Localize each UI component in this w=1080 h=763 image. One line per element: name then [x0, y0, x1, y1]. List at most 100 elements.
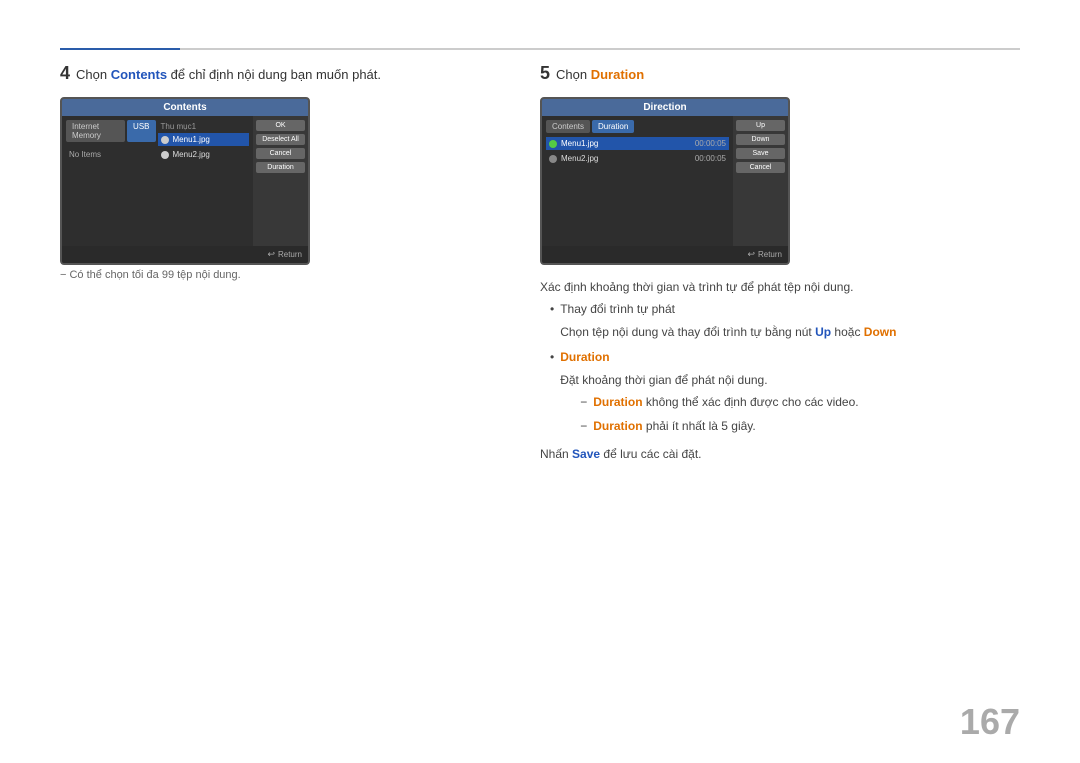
step5-text: Chọn [556, 67, 591, 82]
tab-internet-memory[interactable]: Internet Memory [66, 120, 125, 142]
contents-tab-list: Internet Memory USB [66, 120, 158, 142]
direction-buttons: Up Down Save Cancel [733, 116, 788, 246]
sub-bullet2: − Duration phải ít nhất là 5 giây. [580, 416, 858, 438]
bullet1-content: Thay đổi trình tự phát Chọn tệp nội dung… [560, 299, 896, 344]
left-column: 4Chọn Contents để chỉ định nội dung bạn … [60, 60, 510, 281]
direction-item2-icon [549, 155, 557, 163]
sub-bullet1: − Duration không thể xác định được cho c… [580, 392, 858, 414]
bullet2-label: Duration [560, 347, 858, 367]
direction-item1-icon [549, 140, 557, 148]
btn-up[interactable]: Up [736, 120, 785, 131]
direction-footer-return: Return [758, 250, 782, 259]
sub2-text: Duration phải ít nhất là 5 giây. [593, 416, 756, 436]
direction-item2-name: Menu2.jpg [561, 154, 598, 163]
tab-internet-label: Internet Memory [72, 122, 101, 140]
return-icon: ↩ [267, 249, 275, 260]
desc-main: Xác định khoảng thời gian và trình tự để… [540, 277, 1020, 297]
bullet1-sub: Chọn tệp nội dung và thay đổi trình tự b… [560, 322, 896, 342]
btn-cancel-dir[interactable]: Cancel [736, 162, 785, 173]
footer-return-label: Return [278, 250, 302, 259]
step5-number: 5 [540, 63, 550, 83]
item2-name: Menu2.jpg [173, 150, 210, 159]
tab-usb[interactable]: USB [127, 120, 155, 142]
return-icon-right: ↩ [747, 249, 755, 260]
bullet2: • Duration Đặt khoảng thời gian để phát … [550, 347, 1020, 441]
contents-left-list: Internet Memory USB No Items [66, 120, 158, 163]
sub1-highlight: Duration [593, 395, 642, 409]
step4-number: 4 [60, 63, 70, 83]
bullet1-sub-text: Chọn tệp nội dung và thay đổi trình tự b… [560, 325, 815, 339]
direction-screen: Direction Contents Duration Menu1.jpg 00… [540, 97, 790, 265]
btn-cancel-label: Cancel [270, 150, 292, 157]
direction-item2-duration: 00:00:05 [695, 154, 726, 163]
direction-tab-duration[interactable]: Duration [592, 120, 634, 133]
item2-icon [161, 151, 169, 159]
save-note-pre: Nhấn [540, 447, 572, 461]
direction-item1-duration: 00:00:05 [695, 139, 726, 148]
direction-item1-name: Menu1.jpg [561, 139, 598, 148]
contents-screen: Contents Internet Memory USB No I [60, 97, 310, 265]
btn-down-label: Down [752, 136, 770, 143]
bullet1-up: Up [815, 325, 831, 339]
item1-icon [161, 136, 169, 144]
direction-left-panel: Contents Duration Menu1.jpg 00:00:05 Men… [542, 116, 733, 246]
direction-tab-contents-label: Contents [552, 122, 584, 131]
btn-save-label: Save [753, 150, 769, 157]
save-note: Nhấn Save để lưu các cài đặt. [540, 444, 1020, 464]
bullet2-highlight: Duration [560, 350, 609, 364]
btn-cancel-dir-label: Cancel [750, 164, 772, 171]
sub2-highlight: Duration [593, 419, 642, 433]
sub-dash1: − [580, 392, 587, 412]
step4-label: 4Chọn Contents để chỉ định nội dung bạn … [60, 60, 510, 87]
sub-dash2: − [580, 416, 587, 436]
step4-highlight: Contents [111, 67, 167, 82]
bullet2-content: Duration Đặt khoảng thời gian để phát nộ… [560, 347, 858, 441]
btn-ok-label: OK [275, 122, 285, 129]
bullet1-mid: hoặc [831, 325, 864, 339]
description-area: Xác định khoảng thời gian và trình tự để… [540, 277, 1020, 464]
btn-deselect-label: Deselect All [262, 136, 299, 143]
step4-text: Chọn [76, 67, 111, 82]
bullet2-dot: • [550, 347, 554, 367]
contents-tabs-row: Internet Memory USB No Items Thu mục1 [66, 120, 249, 163]
btn-duration-label: Duration [267, 164, 293, 171]
btn-duration[interactable]: Duration [256, 162, 305, 173]
direction-item2-row[interactable]: Menu2.jpg 00:00:05 [546, 152, 729, 165]
no-items-label: No Items [66, 146, 158, 163]
btn-up-label: Up [756, 122, 765, 129]
direction-item1-row[interactable]: Menu1.jpg 00:00:05 [546, 137, 729, 150]
direction-tab-list: Contents Duration [546, 120, 729, 133]
direction-body: Contents Duration Menu1.jpg 00:00:05 Men… [542, 116, 788, 246]
direction-title-bar: Direction [542, 99, 788, 116]
bullet1-dot: • [550, 299, 554, 319]
direction-footer: ↩ Return [542, 246, 788, 263]
direction-title: Direction [643, 102, 686, 113]
btn-save[interactable]: Save [736, 148, 785, 159]
folder-label: Thu mục1 [158, 120, 250, 133]
tab-usb-label: USB [133, 122, 149, 131]
save-note-highlight: Save [572, 447, 600, 461]
direction-tab-duration-label: Duration [598, 122, 628, 131]
btn-down[interactable]: Down [736, 134, 785, 145]
sub2-rest: phải ít nhất là 5 giây. [643, 419, 756, 433]
btn-deselect[interactable]: Deselect All [256, 134, 305, 145]
bullet1-down: Down [864, 325, 897, 339]
step5-highlight: Duration [591, 67, 644, 82]
sub1-rest: không thể xác định được cho các video. [643, 395, 859, 409]
contents-title: Contents [163, 102, 206, 113]
bullet2-sub: Đặt khoảng thời gian để phát nội dung. [560, 370, 858, 390]
direction-tab-contents[interactable]: Contents [546, 120, 590, 133]
right-column: 5 Chọn Duration Direction Contents Durati… [540, 60, 1020, 466]
contents-right-list: Thu mục1 Menu1.jpg Menu2.jpg [158, 120, 250, 163]
contents-body: Internet Memory USB No Items Thu mục1 [62, 116, 308, 246]
btn-ok[interactable]: OK [256, 120, 305, 131]
item1-name: Menu1.jpg [173, 135, 210, 144]
top-accent-line [60, 48, 180, 50]
bullet1: • Thay đổi trình tự phát Chọn tệp nội du… [550, 299, 1020, 344]
contents-buttons: OK Deselect All Cancel Duration [253, 116, 308, 246]
btn-cancel[interactable]: Cancel [256, 148, 305, 159]
item1-row[interactable]: Menu1.jpg [158, 133, 250, 146]
item2-row[interactable]: Menu2.jpg [158, 148, 250, 161]
top-divider-line [60, 48, 1020, 50]
sub1-text: Duration không thể xác định được cho các… [593, 392, 858, 412]
